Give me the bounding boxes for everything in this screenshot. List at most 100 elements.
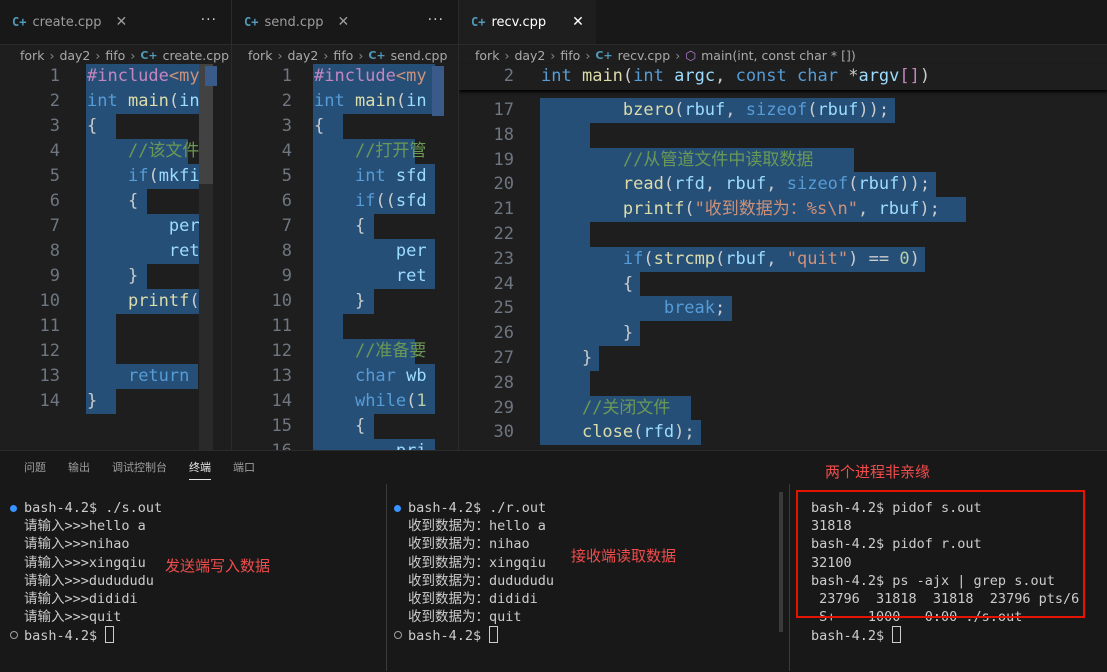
code-line[interactable]: 24 {: [459, 271, 1107, 297]
tab-terminal[interactable]: 终端: [189, 459, 211, 480]
breadcrumb-item[interactable]: main(int, const char * []): [701, 48, 856, 63]
command-pending-icon[interactable]: [10, 631, 18, 640]
code-line[interactable]: 17 bzero(rbuf, sizeof(rbuf));: [459, 98, 1107, 123]
code-text: ret: [395, 266, 427, 286]
scrollbar[interactable]: [199, 64, 213, 450]
breadcrumb-item[interactable]: fifo: [560, 48, 580, 63]
tab-recv-cpp[interactable]: C+ recv.cpp ✕: [459, 0, 596, 44]
code-line[interactable]: 4 //打开管: [232, 139, 458, 164]
terminal-cursor: [489, 626, 499, 644]
breadcrumb-item[interactable]: fork: [20, 48, 44, 63]
command-success-icon[interactable]: [10, 505, 17, 512]
terminal-receiver[interactable]: bash-4.2$ ./r.out 收到数据为：hello a 收到数据为：niha…: [394, 499, 778, 672]
code-line[interactable]: 10 }: [232, 289, 458, 314]
code-line[interactable]: 26 }: [459, 321, 1107, 347]
code-line[interactable]: 14 while(1: [232, 389, 458, 414]
code-line[interactable]: 28: [459, 370, 1107, 396]
code-line[interactable]: 3{: [0, 114, 231, 139]
close-icon[interactable]: ✕: [338, 14, 350, 30]
editor-tabbar: C+ recv.cpp ✕: [459, 0, 1107, 45]
command-success-icon[interactable]: [394, 505, 401, 512]
close-icon[interactable]: ✕: [572, 14, 584, 30]
editor-tabbar: C+ send.cpp ✕ ···: [232, 0, 458, 45]
code-line[interactable]: 7 per: [0, 214, 231, 239]
code-line[interactable]: 23 if(strcmp(rbuf, "quit") == 0): [459, 246, 1107, 272]
sticky-scroll-line[interactable]: 2 int main(int argc, const char *argv[]): [459, 64, 1107, 90]
minimap[interactable]: [205, 66, 217, 86]
minimap[interactable]: [432, 66, 444, 116]
code-line[interactable]: 22: [459, 222, 1107, 247]
code-line[interactable]: 10 printf(: [0, 289, 231, 314]
cpp-file-icon: C+: [368, 48, 386, 62]
chevron-right-icon: ›: [277, 47, 283, 63]
terminal-sender[interactable]: bash-4.2$ ./s.out 请输入>>>hello a 请输入>>>niha…: [10, 499, 384, 672]
breadcrumb-item[interactable]: day2: [59, 48, 90, 63]
code-area[interactable]: 1 #include<my 2 int main(in 3{4 //打开管 5 int s…: [232, 64, 458, 450]
code-line[interactable]: 6 if((sfd: [232, 189, 458, 214]
code-line[interactable]: 15 {: [232, 414, 458, 439]
code-text: if((sfd: [354, 191, 427, 211]
code-line[interactable]: 12 //准备要: [232, 339, 458, 364]
tab-ports[interactable]: 端口: [233, 459, 255, 480]
code-line[interactable]: 18: [459, 122, 1107, 148]
tab-problems[interactable]: 问题: [24, 459, 46, 480]
code-line[interactable]: 20 read(rfd, rbuf, sizeof(rbuf));: [459, 172, 1107, 198]
code-line[interactable]: 9 ret: [232, 264, 458, 289]
code-text: {: [87, 191, 139, 211]
code-line[interactable]: 4 //该文件: [0, 139, 231, 164]
scrollbar[interactable]: [779, 492, 783, 632]
more-actions-icon[interactable]: ···: [201, 12, 217, 28]
breadcrumb-item[interactable]: send.cpp: [391, 48, 448, 63]
code-line[interactable]: 11: [0, 314, 231, 339]
code-line[interactable]: 5 if(mkfi: [0, 164, 231, 189]
code-line[interactable]: 7 {: [232, 214, 458, 239]
code-area[interactable]: 17 bzero(rbuf, sizeof(rbuf)); 18 19 //从管道文…: [459, 64, 1107, 450]
line-number: 17: [493, 100, 514, 120]
breadcrumb-item[interactable]: day2: [514, 48, 545, 63]
more-actions-icon[interactable]: ···: [428, 12, 444, 28]
code-line[interactable]: 11: [232, 314, 458, 339]
command-pending-icon[interactable]: [394, 631, 402, 640]
code-line[interactable]: 30 close(rfd);: [459, 420, 1107, 446]
breadcrumb-item[interactable]: fork: [248, 48, 272, 63]
code-line[interactable]: 8 per: [232, 239, 458, 264]
code-line[interactable]: 3{: [232, 114, 458, 139]
code-line[interactable]: 13 return: [0, 364, 231, 389]
code-line[interactable]: 5 int sfd: [232, 164, 458, 189]
chevron-right-icon: ›: [550, 47, 556, 63]
code-text: //打开管: [354, 141, 427, 161]
code-line[interactable]: 2 int main(in: [0, 89, 231, 114]
code-line[interactable]: 6 {: [0, 189, 231, 214]
line-number: 9: [49, 266, 60, 286]
tab-debug-console[interactable]: 调试控制台: [112, 459, 167, 480]
code-line[interactable]: 12: [0, 339, 231, 364]
breadcrumb-item[interactable]: day2: [287, 48, 318, 63]
code-text: ret: [168, 241, 200, 261]
code-line[interactable]: 2 int main(in: [232, 89, 458, 114]
code-line[interactable]: 29 //关闭文件: [459, 395, 1107, 421]
breadcrumb-item[interactable]: fifo: [105, 48, 125, 63]
terminal-divider[interactable]: [789, 484, 790, 671]
breadcrumb-item[interactable]: recv.cpp: [618, 48, 671, 63]
code-line[interactable]: 8 ret: [0, 239, 231, 264]
code-line[interactable]: 9 }: [0, 264, 231, 289]
code-line[interactable]: 19 //从管道文件中读取数据: [459, 147, 1107, 173]
breadcrumb-item[interactable]: fork: [475, 48, 499, 63]
line-number: 8: [49, 241, 60, 261]
breadcrumb-item[interactable]: create.cpp: [163, 48, 229, 63]
breadcrumb-item[interactable]: fifo: [333, 48, 353, 63]
code-line[interactable]: 27 }: [459, 346, 1107, 371]
tab-send-cpp[interactable]: C+ send.cpp ✕: [232, 0, 361, 44]
code-line[interactable]: 16 pri: [232, 439, 458, 450]
tab-output[interactable]: 输出: [68, 459, 90, 480]
code-line[interactable]: 1 #include<my: [0, 64, 231, 89]
code-area[interactable]: 1 #include<my 2 int main(in 3{4 //该文件 5 if(mk…: [0, 64, 231, 450]
code-line[interactable]: 21 printf("收到数据为：%s\n", rbuf);: [459, 197, 1107, 223]
code-line[interactable]: 25 break;: [459, 296, 1107, 322]
code-line[interactable]: 14}: [0, 389, 231, 414]
terminal-divider[interactable]: [386, 484, 387, 671]
close-icon[interactable]: ✕: [116, 14, 128, 30]
code-line[interactable]: 1 #include<my: [232, 64, 458, 89]
tab-create-cpp[interactable]: C+ create.cpp ✕: [0, 0, 139, 44]
code-line[interactable]: 13 char wb: [232, 364, 458, 389]
